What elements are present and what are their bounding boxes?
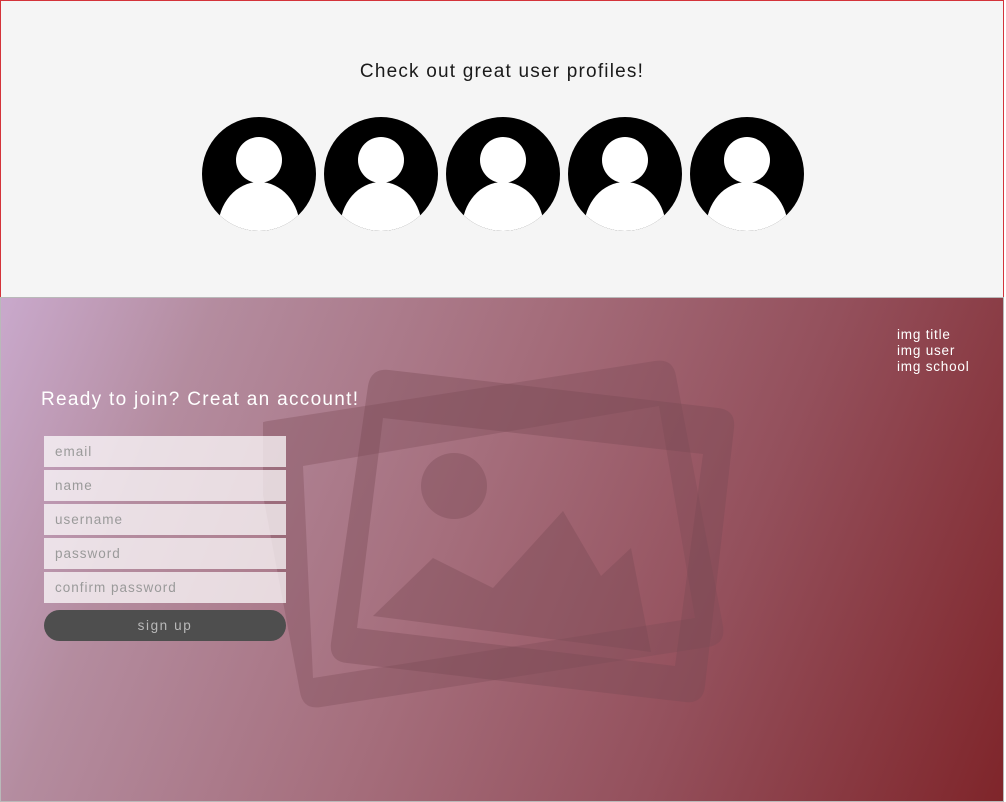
image-placeholder-icon — [263, 360, 735, 708]
confirm-password-field[interactable] — [44, 572, 286, 603]
user-avatar-icon[interactable] — [324, 117, 438, 231]
signup-hero-section: img title img user img school Ready to j… — [0, 297, 1004, 802]
password-field[interactable] — [44, 538, 286, 569]
profiles-heading: Check out great user profiles! — [359, 61, 645, 82]
image-user: img user — [897, 343, 956, 358]
avatar-row — [202, 117, 804, 231]
profiles-section: Check out great user profiles! — [0, 0, 1004, 298]
image-school: img school — [897, 359, 970, 374]
user-avatar-icon[interactable] — [690, 117, 804, 231]
email-field[interactable] — [44, 436, 286, 467]
user-avatar-icon[interactable] — [446, 117, 560, 231]
image-title: img title — [897, 327, 951, 342]
signup-form: sign up — [44, 436, 287, 641]
user-avatar-icon[interactable] — [568, 117, 682, 231]
user-avatar-icon[interactable] — [202, 117, 316, 231]
name-field[interactable] — [44, 470, 286, 501]
signup-heading: Ready to join? Creat an account! — [41, 389, 360, 410]
username-field[interactable] — [44, 504, 286, 535]
image-metadata: img title img user img school — [897, 327, 970, 375]
sign-up-button[interactable]: sign up — [44, 610, 286, 641]
